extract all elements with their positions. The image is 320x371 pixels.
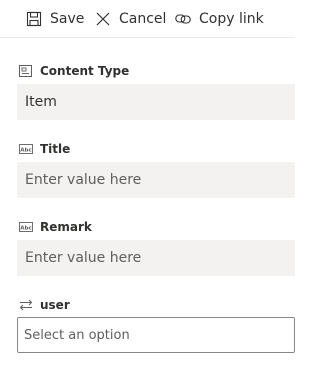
text-field-icon: Abc	[19, 143, 33, 155]
user-label: user	[19, 297, 70, 313]
swap-arrows-icon	[19, 299, 33, 311]
link-icon	[175, 11, 191, 27]
save-icon	[26, 11, 42, 27]
title-label-text: Title	[40, 142, 71, 156]
content-type-label-text: Content Type	[40, 64, 130, 78]
remark-label: Abc Remark	[19, 219, 92, 235]
save-button[interactable]: Save	[26, 8, 84, 30]
cancel-label: Cancel	[119, 11, 167, 27]
remark-input[interactable]: Enter value here	[17, 240, 295, 276]
save-label: Save	[50, 11, 85, 27]
content-type-icon	[19, 65, 33, 77]
title-input[interactable]: Enter value here	[17, 162, 295, 198]
title-label: Abc Title	[19, 141, 70, 157]
copy-link-label: Copy link	[199, 11, 264, 27]
content-type-value[interactable]: Item	[17, 84, 295, 120]
user-select[interactable]: Select an option	[17, 317, 295, 353]
command-bar: Save Cancel Copy link	[0, 0, 295, 38]
content-type-label: Content Type	[19, 63, 129, 79]
user-label-text: user	[40, 298, 70, 312]
cancel-button[interactable]: Cancel	[95, 8, 166, 30]
text-field-icon: Abc	[19, 221, 33, 233]
svg-text:Abc: Abc	[20, 226, 31, 232]
remark-label-text: Remark	[40, 220, 92, 234]
copy-link-button[interactable]: Copy link	[175, 8, 264, 30]
close-icon	[95, 11, 111, 27]
svg-text:Abc: Abc	[20, 148, 31, 154]
